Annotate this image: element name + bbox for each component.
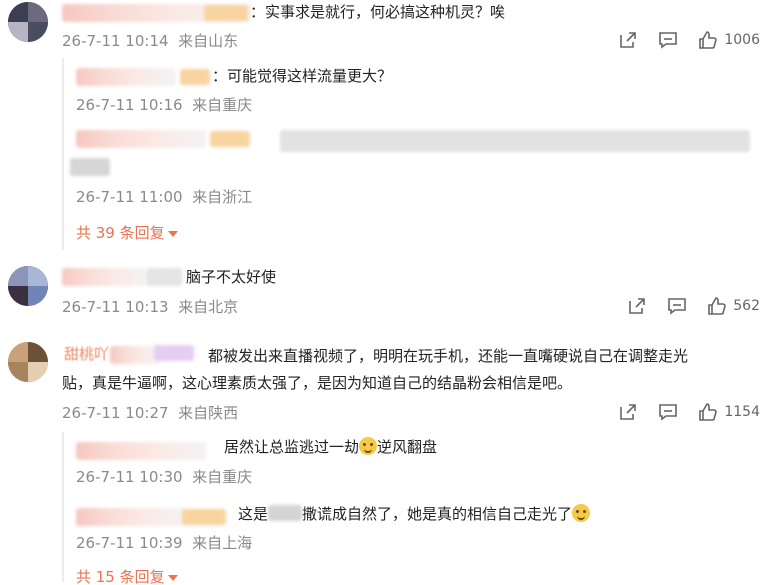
avatar[interactable] (8, 266, 48, 306)
share-icon (620, 404, 637, 420)
like-button[interactable]: 562 (707, 296, 760, 316)
reply-text-redacted (280, 130, 750, 152)
comment-meta: 26-7-11 10:27 来自陕西 (62, 402, 238, 423)
like-button[interactable]: 1006 (698, 30, 760, 50)
caret-down-icon (167, 230, 178, 237)
timestamp: 26-7-11 10:16 (76, 96, 183, 114)
avatar[interactable] (8, 342, 48, 382)
reply-meta: 26-7-11 10:16 来自重庆 (76, 94, 252, 115)
location: 来自陕西 (178, 404, 239, 422)
comment-text-line2: 贴，真是牛逼啊，这心理素质太强了，是因为知道自己的结晶粉会相信是吧。 (62, 374, 573, 392)
reply-list: ：可能觉得这样流量更大？ 26-7-11 10:16 来自重庆 26-7-11 … (62, 58, 762, 250)
username-redacted[interactable] (62, 268, 146, 286)
timestamp: 26-7-11 10:14 (62, 32, 169, 50)
comment-button[interactable] (667, 296, 687, 316)
share-button[interactable] (618, 402, 638, 422)
username-redacted[interactable] (76, 442, 206, 460)
reply-meta: 26-7-11 10:30 来自重庆 (76, 466, 252, 487)
timestamp: 26-7-11 10:39 (76, 534, 183, 552)
location: 来自山东 (178, 32, 239, 50)
comment-button[interactable] (658, 402, 678, 422)
comment-icon (659, 404, 678, 421)
avatar[interactable] (8, 2, 48, 42)
comment-icon (659, 32, 678, 49)
like-icon (699, 31, 718, 49)
comment-item: 甜桃吖 都被发出来直播视频了，明明在玩手机，还能一直嘴硬说自己在调整走光 贴，真… (0, 340, 774, 585)
like-count: 1006 (724, 32, 760, 48)
reply-meta: 26-7-11 11:00 来自浙江 (76, 186, 252, 207)
location: 来自浙江 (192, 188, 253, 206)
comment-icon (668, 298, 687, 315)
comment-actions: 1154 (618, 402, 760, 422)
comment-text: ：实事求是就行，何必搞这种机灵？唉 (250, 3, 506, 21)
reply-meta: 26-7-11 10:39 来自上海 (76, 532, 252, 553)
comment-meta: 26-7-11 10:13 来自北京 (62, 296, 238, 317)
share-icon (629, 298, 646, 314)
location: 来自上海 (192, 534, 253, 552)
username-redacted[interactable] (76, 68, 176, 86)
timestamp: 26-7-11 10:13 (62, 298, 169, 316)
grin-emoji-icon (359, 437, 378, 455)
comment-item: 脑子不太好使 26-7-11 10:13 来自北京 562 (0, 262, 774, 322)
timestamp: 26-7-11 10:27 (62, 404, 169, 422)
username-redacted[interactable] (76, 130, 206, 148)
like-count: 1154 (724, 404, 760, 420)
comment-meta: 26-7-11 10:14 来自山东 (62, 30, 238, 51)
share-button[interactable] (618, 30, 638, 50)
timestamp: 26-7-11 10:30 (76, 468, 183, 486)
share-icon (620, 32, 637, 48)
comment-text-line1: 都被发出来直播视频了，明明在玩手机，还能一直嘴硬说自己在调整走光 (208, 347, 689, 365)
location: 来自北京 (178, 298, 239, 316)
comment-actions: 562 (627, 296, 760, 316)
more-replies-link[interactable]: 共 15 条回复 (76, 566, 178, 585)
like-icon (699, 403, 718, 421)
more-replies-link[interactable]: 共 39 条回复 (76, 222, 178, 243)
grin-emoji-icon (572, 504, 591, 522)
username-redacted[interactable] (76, 508, 186, 526)
like-count: 562 (733, 298, 760, 314)
comment-text: 脑子不太好使 (186, 268, 277, 286)
reply-text: 这是 撒谎成自然了，她是真的相信自己走光了 (238, 502, 591, 526)
reply-text: 居然让总监逃过一劫 逆风翻盘 (224, 437, 438, 456)
comment-item: ：实事求是就行，何必搞这种机灵？唉 26-7-11 10:14 来自山东 100… (0, 0, 774, 258)
like-button[interactable]: 1154 (698, 402, 760, 422)
comment-button[interactable] (658, 30, 678, 50)
location: 来自重庆 (192, 468, 253, 486)
like-icon (708, 297, 727, 315)
reply-text: ：可能觉得这样流量更大？ (212, 67, 393, 85)
caret-down-icon (167, 574, 178, 581)
location: 来自重庆 (192, 96, 253, 114)
comment-actions: 1006 (618, 30, 760, 50)
share-button[interactable] (627, 296, 647, 316)
timestamp: 26-7-11 11:00 (76, 188, 183, 206)
reply-list: 居然让总监逃过一劫 逆风翻盘 26-7-11 10:30 来自重庆 这是 撒谎成自然… (62, 432, 762, 585)
username-partial[interactable]: 甜桃吖 (64, 342, 109, 366)
